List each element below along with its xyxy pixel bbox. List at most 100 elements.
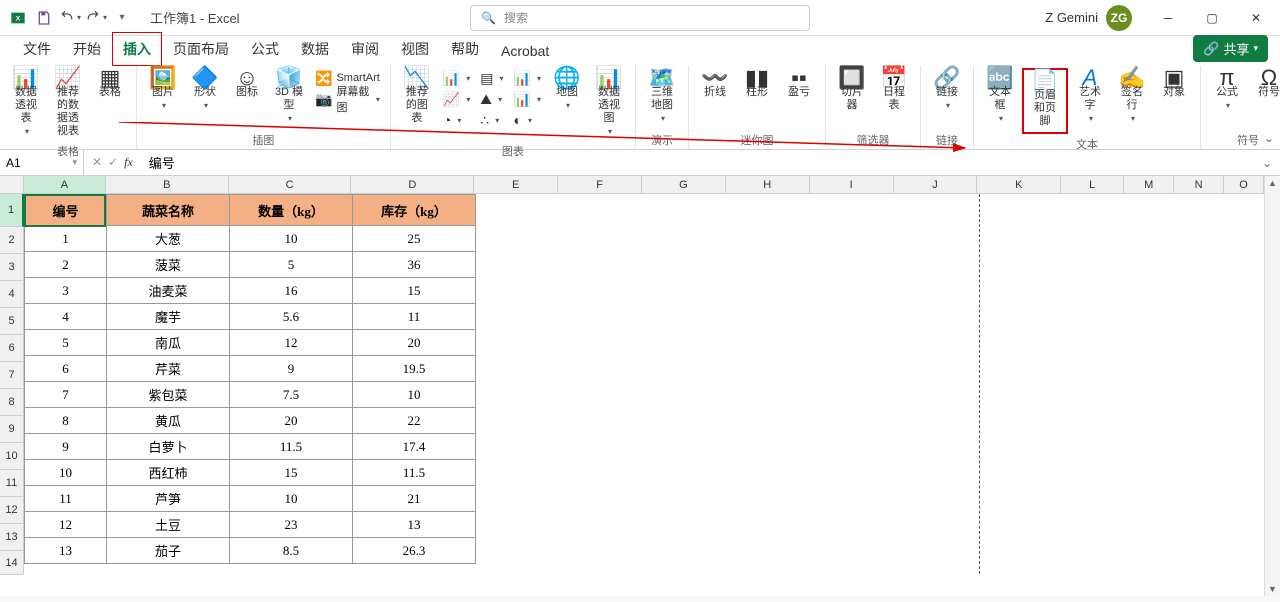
table-cell[interactable]: 大葱	[107, 226, 230, 252]
scatter-chart-button[interactable]: ∴▾	[476, 110, 507, 130]
area-chart-button[interactable]: ⛰▾	[476, 89, 507, 109]
table-cell[interactable]: 5	[230, 252, 353, 278]
rec-chart-button[interactable]: 📉推荐的图表	[397, 68, 437, 141]
table-cell[interactable]: 茄子	[107, 538, 230, 564]
row-header-9[interactable]: 9	[0, 416, 24, 443]
tab-help[interactable]: 帮助	[440, 32, 490, 66]
spark-line-button[interactable]: 〰️折线	[695, 68, 735, 102]
column-header-J[interactable]: J	[894, 176, 978, 194]
table-cell[interactable]: 芹菜	[107, 356, 230, 382]
tab-data[interactable]: 数据	[290, 32, 340, 66]
symbol-button[interactable]: Ω符号	[1249, 68, 1280, 115]
object-button[interactable]: ▣对象	[1154, 68, 1194, 134]
formula-input[interactable]: 编号	[141, 153, 1254, 172]
row-header-6[interactable]: 6	[0, 335, 24, 362]
3dmodel-button[interactable]: 🧊3D 模型▾	[269, 68, 309, 128]
column-header-I[interactable]: I	[810, 176, 894, 194]
sigline-button[interactable]: ✍️签名行▾	[1112, 68, 1152, 134]
share-button[interactable]: 🔗 共享 ▾	[1193, 35, 1268, 62]
wordart-button[interactable]: A艺术字▾	[1070, 68, 1110, 134]
table-cell[interactable]: 36	[353, 252, 476, 278]
table-cell[interactable]: 8.5	[230, 538, 353, 564]
table-cell[interactable]: 22	[353, 408, 476, 434]
row-header-3[interactable]: 3	[0, 254, 24, 281]
table-cell[interactable]: 12	[25, 512, 107, 538]
tab-home[interactable]: 开始	[62, 32, 112, 66]
table-cell[interactable]: 3	[25, 278, 107, 304]
table-header-cell[interactable]: 蔬菜名称	[107, 195, 230, 226]
table-header-cell[interactable]: 库存（kg）	[353, 195, 476, 226]
column-header-E[interactable]: E	[474, 176, 558, 194]
row-header-5[interactable]: 5	[0, 308, 24, 335]
row-header-8[interactable]: 8	[0, 389, 24, 416]
table-cell[interactable]: 10	[353, 382, 476, 408]
table-cell[interactable]: 9	[25, 434, 107, 460]
data-table[interactable]: 编号蔬菜名称数量（kg）库存（kg）1大葱10252菠菜5363油麦菜16154…	[24, 194, 476, 564]
tab-acrobat[interactable]: Acrobat	[490, 36, 560, 66]
more-chart-button[interactable]: ◐▾	[510, 110, 545, 130]
table-cell[interactable]: 12	[230, 330, 353, 356]
line-chart-button[interactable]: 📈▾	[439, 89, 474, 109]
vertical-scrollbar[interactable]: ▲ ▼	[1264, 176, 1280, 596]
table-cell[interactable]: 9	[230, 356, 353, 382]
spark-column-button[interactable]: ▮▮柱形	[737, 68, 777, 102]
user-account[interactable]: Z Gemini ZG	[1045, 5, 1132, 31]
row-header-13[interactable]: 13	[0, 524, 24, 551]
equation-button[interactable]: π公式▾	[1207, 68, 1247, 115]
column-header-M[interactable]: M	[1124, 176, 1174, 194]
header-footer-button[interactable]: 📄页眉和页脚	[1025, 71, 1065, 131]
link-button[interactable]: 🔗链接▾	[927, 68, 967, 115]
table-cell[interactable]: 油麦菜	[107, 278, 230, 304]
table-cell[interactable]: 4	[25, 304, 107, 330]
column-header-H[interactable]: H	[726, 176, 810, 194]
table-cell[interactable]: 11.5	[230, 434, 353, 460]
tab-view[interactable]: 视图	[390, 32, 440, 66]
scroll-up-icon[interactable]: ▲	[1266, 176, 1279, 190]
tab-layout[interactable]: 页面布局	[162, 32, 240, 66]
icons-button[interactable]: ☺图标	[227, 68, 267, 128]
table-cell[interactable]: 5	[25, 330, 107, 356]
table-cell[interactable]: 15	[353, 278, 476, 304]
table-cell[interactable]: 10	[230, 226, 353, 252]
combo-chart-button[interactable]: 📊▾	[510, 89, 545, 109]
table-header-cell[interactable]: 数量（kg）	[230, 195, 353, 226]
table-cell[interactable]: 紫包菜	[107, 382, 230, 408]
table-cell[interactable]: 7	[25, 382, 107, 408]
row-header-2[interactable]: 2	[0, 227, 24, 254]
excel-icon[interactable]: X	[6, 6, 30, 30]
screenshot-button[interactable]: 📷屏幕截图▾	[311, 89, 384, 109]
table-cell[interactable]: 13	[25, 538, 107, 564]
textbox-button[interactable]: 🔤文本框▾	[980, 68, 1020, 134]
table-cell[interactable]: 10	[230, 486, 353, 512]
table-cell[interactable]: 16	[230, 278, 353, 304]
collapse-ribbon-button[interactable]: ⌄	[1264, 131, 1274, 145]
table-cell[interactable]: 11.5	[353, 460, 476, 486]
fx-icon[interactable]: fx	[124, 155, 133, 170]
shapes-button[interactable]: 🔷形状▾	[185, 68, 225, 128]
formula-expand-button[interactable]: ⌄	[1254, 156, 1280, 170]
column-header-L[interactable]: L	[1061, 176, 1124, 194]
column-header-C[interactable]: C	[229, 176, 352, 194]
row-header-12[interactable]: 12	[0, 497, 24, 524]
table-cell[interactable]: 芦笋	[107, 486, 230, 512]
undo-button[interactable]: ▾	[58, 6, 82, 30]
table-cell[interactable]: 25	[353, 226, 476, 252]
stock-chart-button[interactable]: 📊▾	[510, 68, 545, 88]
recommended-pivot-button[interactable]: 📈推荐的数据透视表	[48, 68, 88, 141]
row-header-4[interactable]: 4	[0, 281, 24, 308]
table-cell[interactable]: 土豆	[107, 512, 230, 538]
pictures-button[interactable]: 🖼️图片▾	[143, 68, 183, 128]
search-box[interactable]: 🔍 搜索	[470, 5, 810, 31]
table-cell[interactable]: 魔芋	[107, 304, 230, 330]
tab-formulas[interactable]: 公式	[240, 32, 290, 66]
spark-winloss-button[interactable]: ▪▪盈亏	[779, 68, 819, 102]
tab-file[interactable]: 文件	[12, 32, 62, 66]
table-cell[interactable]: 黄瓜	[107, 408, 230, 434]
timeline-button[interactable]: 📅日程表	[874, 68, 914, 115]
tab-insert[interactable]: 插入	[112, 32, 162, 66]
column-header-A[interactable]: A	[24, 176, 106, 194]
table-cell[interactable]: 5.6	[230, 304, 353, 330]
table-cell[interactable]: 15	[230, 460, 353, 486]
row-header-1[interactable]: 1	[0, 194, 24, 227]
row-header-14[interactable]: 14	[0, 551, 24, 575]
